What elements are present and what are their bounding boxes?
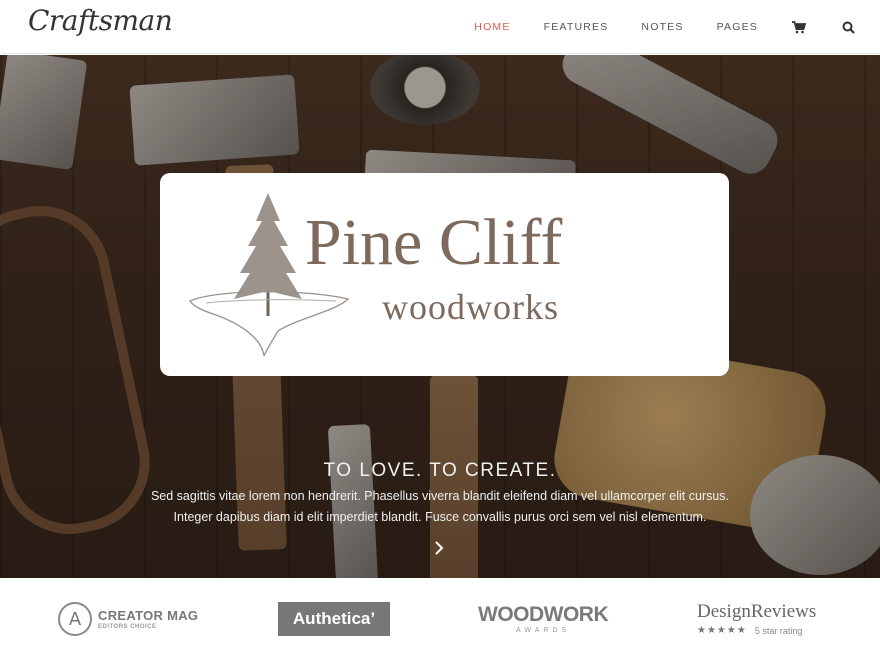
main-nav: HOME FEATURES NOTES PAGES [441, 0, 856, 54]
press-logos-bar: A CREATOR MAG EDITORS CHOICE Authetica’ … [0, 578, 880, 660]
site-logo[interactable]: Craftsman [28, 4, 173, 37]
cart-icon[interactable] [791, 19, 807, 35]
brand-logo-card: Pine Cliff woodworks [160, 173, 729, 376]
nav-home[interactable]: HOME [474, 21, 510, 33]
nav-features[interactable]: FEATURES [544, 21, 609, 33]
creator-mag-subtitle: EDITORS CHOICE [98, 623, 157, 630]
authetica-logo[interactable]: Authetica’ [278, 578, 390, 660]
hero-tagline: TO LOVE. TO CREATE. [323, 460, 557, 481]
nav-pages[interactable]: PAGES [717, 21, 758, 33]
design-reviews-logo[interactable]: DesignReviews ★★★★★ 5 star rating [697, 578, 816, 660]
search-icon[interactable] [840, 19, 856, 35]
creator-mag-logo[interactable]: A CREATOR MAG EDITORS CHOICE [58, 578, 198, 660]
chevron-right-icon[interactable] [431, 540, 447, 556]
brand-name: Pine Cliff [305, 206, 563, 279]
design-reviews-title: DesignReviews [697, 601, 817, 622]
woodwork-subtitle: AWARDS [515, 627, 571, 634]
brand-subtitle: woodworks [382, 287, 559, 327]
creator-mag-title: CREATOR MAG [98, 607, 199, 623]
nav-notes[interactable]: NOTES [641, 21, 683, 33]
authetica-title: Authetica’ [278, 602, 390, 636]
site-header: Craftsman HOME FEATURES NOTES PAGES [0, 0, 880, 54]
hero-description-line1: Sed sagittis vitae lorem non hendrerit. … [150, 489, 730, 503]
star-rating-icon: ★★★★★ [697, 625, 747, 636]
woodwork-title: WOODWORK [478, 603, 609, 626]
woodwork-logo[interactable]: WOODWORK AWARDS [478, 578, 609, 660]
hero-section: Pine Cliff woodworks TO LOVE. TO CREATE.… [0, 55, 880, 578]
design-reviews-rating: 5 star rating [754, 625, 803, 636]
hero-description-line2: Integer dapibus diam id elit imperdiet b… [173, 510, 707, 524]
creator-mag-icon: A [58, 602, 92, 636]
